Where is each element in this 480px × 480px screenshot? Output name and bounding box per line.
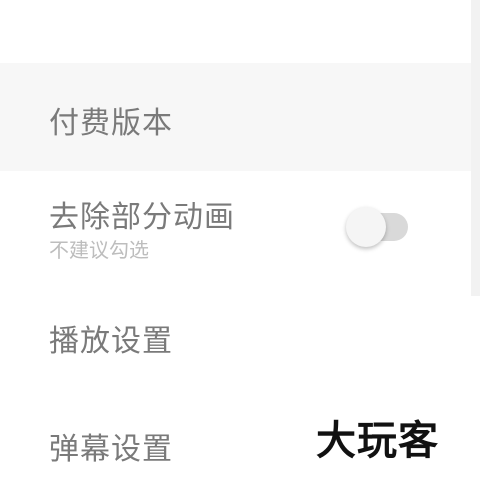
settings-item-playback[interactable]: 播放设置 bbox=[0, 296, 471, 376]
scrollbar-track[interactable] bbox=[471, 0, 480, 296]
settings-item-label: 去除部分动画 bbox=[49, 200, 235, 235]
settings-item-hint: 不建议勾选 bbox=[49, 238, 149, 262]
settings-item-paid-version[interactable]: 付费版本 bbox=[0, 63, 471, 171]
settings-item-label: 播放设置 bbox=[49, 324, 173, 359]
toggle-knob bbox=[346, 207, 386, 247]
settings-item-label: 付费版本 bbox=[49, 106, 173, 141]
watermark-logo: 大玩客 bbox=[316, 417, 439, 464]
settings-item-label: 弹幕设置 bbox=[49, 432, 173, 467]
remove-animation-toggle[interactable] bbox=[346, 207, 410, 247]
settings-screen: 付费版本 去除部分动画 不建议勾选 播放设置 弹幕设置 大玩客 bbox=[0, 0, 480, 480]
